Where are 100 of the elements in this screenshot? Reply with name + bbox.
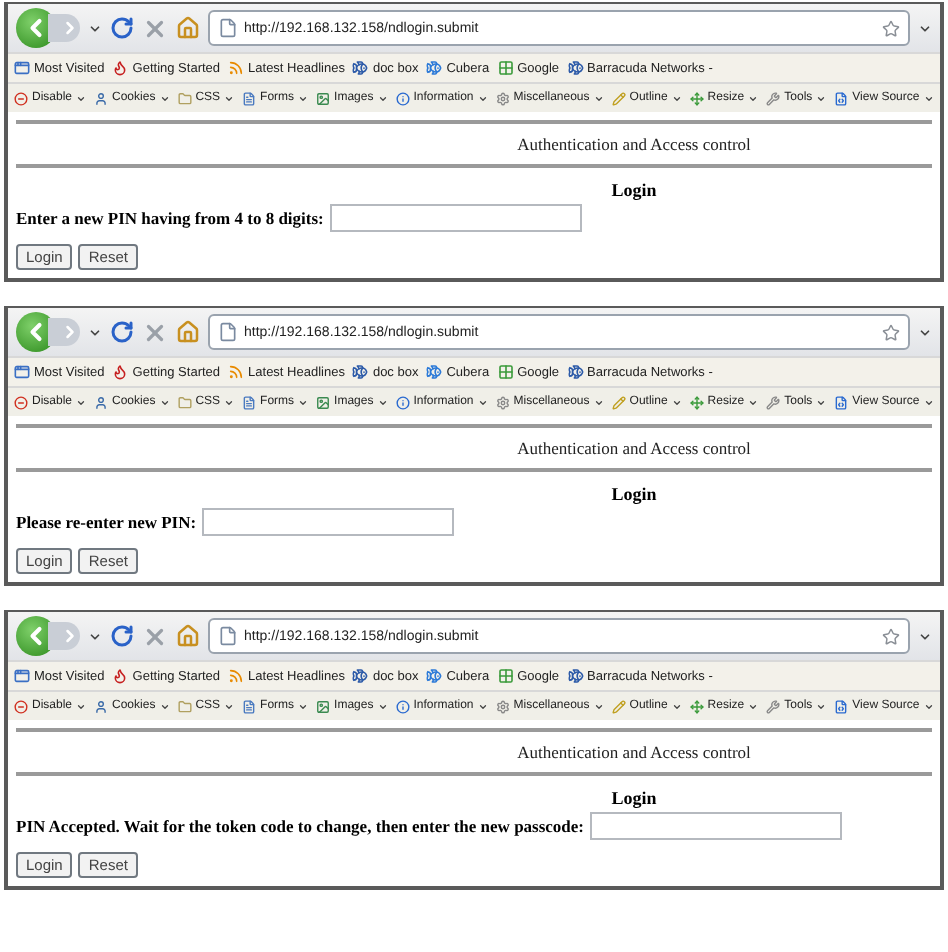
caret-icon[interactable]	[918, 629, 932, 643]
page-icon	[218, 322, 238, 342]
caret-icon	[377, 701, 388, 711]
star-icon[interactable]	[882, 19, 900, 37]
caret-icon	[671, 701, 682, 711]
caret-icon[interactable]	[88, 325, 102, 339]
caret-icon	[298, 93, 309, 103]
folder-icon	[177, 91, 192, 105]
login-heading: Login	[609, 178, 659, 200]
stop-icon[interactable]	[142, 623, 168, 649]
code-file-icon	[834, 91, 849, 105]
caret-icon	[477, 397, 488, 407]
prompt-text: Please re-enter new PIN:	[16, 512, 197, 532]
star-icon[interactable]	[882, 627, 900, 645]
caret-icon	[923, 397, 934, 407]
caret-icon	[923, 93, 934, 103]
pin-input-field[interactable]	[590, 812, 843, 840]
caret-icon	[224, 701, 235, 711]
wrench-icon	[766, 699, 781, 713]
gear-icon	[495, 395, 510, 409]
caret-icon[interactable]	[918, 325, 932, 339]
no-entry-icon	[14, 395, 28, 409]
pencil-icon	[611, 395, 626, 409]
gear-icon	[495, 699, 510, 713]
stop-icon[interactable]	[142, 319, 168, 345]
reload-icon[interactable]	[110, 16, 134, 40]
caret-icon	[593, 701, 604, 711]
info-icon	[395, 91, 410, 105]
page-icon	[218, 18, 238, 38]
pencil-icon	[611, 699, 626, 713]
caret-icon	[159, 93, 170, 103]
home-icon[interactable]	[176, 320, 200, 344]
person-icon	[94, 91, 109, 105]
caret-icon	[224, 93, 235, 103]
caret-icon	[816, 397, 827, 407]
flame-icon	[112, 668, 129, 684]
pin-input-field[interactable]	[329, 204, 582, 232]
caret-icon	[671, 397, 682, 407]
caret-icon	[593, 397, 604, 407]
fish-icon	[352, 364, 369, 380]
fish-icon	[426, 60, 443, 76]
caret-icon[interactable]	[88, 21, 102, 35]
pin-input-field[interactable]	[202, 508, 455, 536]
fish-icon	[426, 364, 443, 380]
flame-icon	[112, 364, 129, 380]
image-icon	[316, 395, 331, 409]
window-icon	[14, 364, 30, 380]
page-title: Authentication and Access control	[515, 132, 753, 158]
caret-icon[interactable]	[918, 21, 932, 35]
gear-icon	[495, 91, 510, 105]
caret-icon	[593, 93, 604, 103]
reload-icon[interactable]	[110, 320, 134, 344]
star-icon[interactable]	[882, 323, 900, 341]
folder-icon	[177, 699, 192, 713]
rss-icon	[228, 668, 245, 684]
info-icon	[395, 395, 410, 409]
reload-icon[interactable]	[110, 624, 134, 648]
fish-icon	[352, 60, 369, 76]
grid-icon	[497, 668, 514, 684]
caret-icon	[159, 397, 170, 407]
folder-icon	[177, 395, 192, 409]
caret-icon	[816, 93, 827, 103]
caret-icon	[298, 397, 309, 407]
form-icon	[242, 395, 257, 409]
resize-icon	[689, 91, 704, 105]
wrench-icon	[766, 91, 781, 105]
no-entry-icon	[14, 91, 28, 105]
rss-icon	[228, 364, 245, 380]
login-heading: Login	[609, 786, 659, 808]
fish-icon	[567, 668, 584, 684]
caret-icon	[923, 701, 934, 711]
stop-icon[interactable]	[142, 15, 168, 41]
resize-icon	[689, 699, 704, 713]
caret-icon	[298, 701, 309, 711]
home-icon[interactable]	[176, 16, 200, 40]
caret-icon	[477, 93, 488, 103]
fish-icon	[352, 668, 369, 684]
caret-icon[interactable]	[88, 629, 102, 643]
info-icon	[395, 699, 410, 713]
image-icon	[316, 699, 331, 713]
image-icon	[316, 91, 331, 105]
rss-icon	[228, 60, 245, 76]
pencil-icon	[611, 91, 626, 105]
caret-icon	[159, 701, 170, 711]
caret-icon	[748, 93, 759, 103]
grid-icon	[497, 60, 514, 76]
prompt-text: PIN Accepted. Wait for the token code to change, then enter the new passcode:	[16, 816, 585, 836]
form-icon	[242, 699, 257, 713]
fish-icon	[567, 60, 584, 76]
code-file-icon	[834, 395, 849, 409]
flame-icon	[112, 60, 129, 76]
window-icon	[14, 60, 30, 76]
caret-icon	[76, 93, 87, 103]
fish-icon	[567, 364, 584, 380]
home-icon[interactable]	[176, 624, 200, 648]
person-icon	[94, 395, 109, 409]
page-icon	[218, 626, 238, 646]
grid-icon	[497, 364, 514, 380]
caret-icon	[748, 701, 759, 711]
prompt-text: Enter a new PIN having from 4 to 8 digits:	[16, 208, 324, 228]
